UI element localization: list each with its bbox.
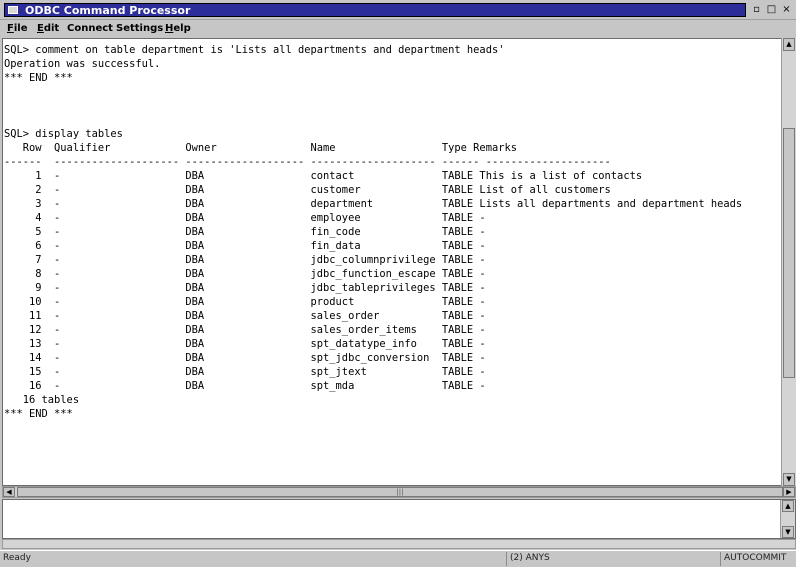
output-line: SQL> comment on table department is 'Lis… xyxy=(4,44,505,56)
minimize-button[interactable]: ▫ xyxy=(750,4,763,16)
output-line: 8 - DBA jdbc_function_escape TABLE - xyxy=(4,268,486,280)
output-line: *** END *** xyxy=(4,72,73,84)
menu-edit[interactable]: Edit xyxy=(37,21,59,37)
input-scroll-up-arrow-icon[interactable]: ▲ xyxy=(782,500,794,512)
output-line: 7 - DBA jdbc_columnprivilege TABLE - xyxy=(4,254,486,266)
status-autocommit: AUTOCOMMIT xyxy=(720,552,796,566)
output-line: 4 - DBA employee TABLE - xyxy=(4,212,486,224)
menu-connect[interactable]: Connect xyxy=(67,21,113,37)
input-horizontal-scrollbar[interactable] xyxy=(2,539,796,549)
status-connection: (2) ANYS xyxy=(506,552,720,566)
maximize-button[interactable]: □ xyxy=(765,4,778,16)
output-line: 11 - DBA sales_order TABLE - xyxy=(4,310,486,322)
vertical-scroll-thumb[interactable] xyxy=(783,128,795,378)
scroll-down-arrow-icon[interactable]: ▼ xyxy=(783,473,795,486)
app-icon[interactable] xyxy=(8,6,18,14)
menu-help[interactable]: Help xyxy=(165,21,191,37)
input-scroll-down-arrow-icon[interactable]: ▼ xyxy=(782,526,794,538)
output-text: SQL> comment on table department is 'Lis… xyxy=(4,43,774,438)
output-line: 15 - DBA spt_jtext TABLE - xyxy=(4,366,486,378)
title-bar: ODBC Command Processor ▫ □ × xyxy=(0,0,796,20)
output-line: 2 - DBA customer TABLE List of all custo… xyxy=(4,184,611,196)
output-line: ------ -------------------- ------------… xyxy=(4,156,611,168)
command-input-panel: ▲ ▼ xyxy=(2,499,796,539)
status-bar: Ready (2) ANYS AUTOCOMMIT xyxy=(0,550,796,567)
output-line: 16 - DBA spt_mda TABLE - xyxy=(4,380,486,392)
output-line: Operation was successful. xyxy=(4,58,161,70)
output-line: 16 tables xyxy=(4,394,80,406)
command-input[interactable] xyxy=(7,506,767,526)
output-line: 13 - DBA spt_datatype_info TABLE - xyxy=(4,338,486,350)
output-line: Row Qualifier Owner Name Type Remarks xyxy=(4,142,517,154)
scroll-right-arrow-icon[interactable]: ▶ xyxy=(783,487,795,497)
scroll-up-arrow-icon[interactable]: ▲ xyxy=(783,38,795,51)
output-vertical-scrollbar[interactable]: ▲ ▼ xyxy=(781,38,796,486)
output-line: 5 - DBA fin_code TABLE - xyxy=(4,226,486,238)
output-horizontal-scrollbar[interactable]: ◀ ||| ▶ xyxy=(2,486,796,498)
scroll-left-arrow-icon[interactable]: ◀ xyxy=(3,487,15,497)
output-line: SQL> display tables xyxy=(4,128,123,140)
window-title: ODBC Command Processor xyxy=(25,4,191,17)
menu-settings[interactable]: Settings xyxy=(116,21,163,37)
output-line: 1 - DBA contact TABLE This is a list of … xyxy=(4,170,643,182)
output-line: 9 - DBA jdbc_tableprivileges TABLE - xyxy=(4,282,486,294)
output-line: 12 - DBA sales_order_items TABLE - xyxy=(4,324,486,336)
output-line: 6 - DBA fin_data TABLE - xyxy=(4,240,486,252)
menu-bar: File Edit Connect Settings Help xyxy=(0,20,796,38)
close-button[interactable]: × xyxy=(780,4,793,16)
status-message: Ready xyxy=(3,553,31,563)
input-vertical-scrollbar[interactable]: ▲ ▼ xyxy=(780,500,795,538)
title-box[interactable]: ODBC Command Processor xyxy=(4,3,746,17)
output-line: 10 - DBA product TABLE - xyxy=(4,296,486,308)
horizontal-scroll-thumb[interactable]: ||| xyxy=(17,487,783,497)
menu-file[interactable]: File xyxy=(7,21,27,37)
output-line: 3 - DBA department TABLE Lists all depar… xyxy=(4,198,743,210)
output-line: 14 - DBA spt_jdbc_conversion TABLE - xyxy=(4,352,486,364)
output-line: *** END *** xyxy=(4,408,73,420)
